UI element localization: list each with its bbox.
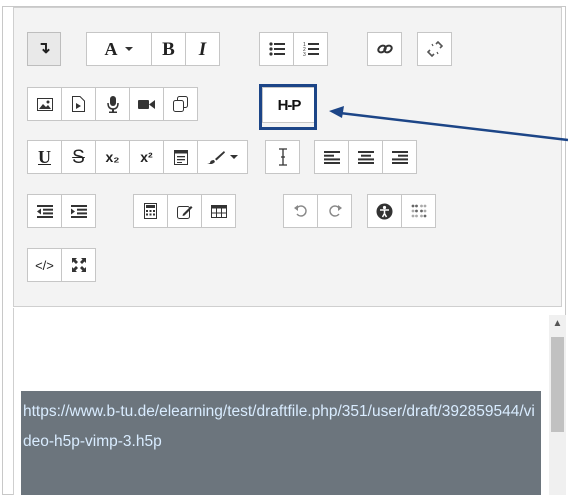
text-cursor-icon	[278, 148, 287, 166]
braille-icon	[411, 204, 426, 218]
record-video-button[interactable]	[129, 87, 164, 121]
strikethrough-icon: S	[72, 146, 85, 168]
underline-button[interactable]: U	[27, 140, 62, 174]
chevron-down-icon	[124, 47, 133, 51]
equation-editor-button[interactable]	[133, 194, 168, 228]
italic-button[interactable]: I	[185, 32, 220, 66]
scrollbar-thumb[interactable]	[551, 337, 564, 432]
redo-button[interactable]	[317, 194, 352, 228]
screenreader-helper-button[interactable]	[401, 194, 436, 228]
background-color-button[interactable]	[197, 140, 248, 174]
outdent-icon	[36, 204, 53, 218]
chevron-down-icon	[229, 155, 238, 159]
scroll-up-arrow-icon[interactable]: ▲	[549, 315, 566, 332]
collapse-icon: ↴	[37, 40, 51, 57]
svg-text:3: 3	[303, 52, 306, 57]
video-camera-icon	[138, 99, 155, 109]
content-scrollbar[interactable]: ▲	[549, 315, 566, 495]
code-icon: </>	[35, 257, 54, 273]
selected-link-text[interactable]: https://www.b-tu.de/elearning/test/draft…	[23, 397, 539, 457]
html-source-button[interactable]: </>	[27, 248, 62, 282]
unlink-icon	[426, 41, 443, 57]
image-icon	[36, 97, 53, 111]
insert-image-button[interactable]	[27, 87, 62, 121]
editor-toolbar: ↴ A B I 1 2 3 H-P U S x₂ x² </>	[13, 7, 562, 307]
fullscreen-button[interactable]	[61, 248, 96, 282]
align-center-icon	[357, 150, 374, 164]
accessibility-checker-button[interactable]	[367, 194, 402, 228]
underline-icon: U	[38, 147, 51, 167]
undo-icon	[293, 205, 307, 217]
insert-table-button[interactable]	[201, 194, 236, 228]
insert-h5p-button[interactable]: H-P	[262, 87, 316, 123]
h5p-icon: H-P	[277, 96, 302, 114]
accessibility-icon	[376, 203, 393, 219]
record-audio-button[interactable]	[95, 87, 130, 121]
subscript-button[interactable]: x₂	[95, 140, 130, 174]
font-icon: A	[104, 39, 118, 59]
font-menu-button[interactable]: A	[86, 32, 152, 66]
media-file-icon	[72, 96, 85, 112]
files-icon	[173, 96, 188, 112]
calculator-icon	[144, 203, 157, 219]
align-right-button[interactable]	[382, 140, 417, 174]
link-icon	[376, 44, 393, 54]
manage-files-button[interactable]	[163, 87, 198, 121]
numbered-list-icon: 1 2 3	[303, 42, 319, 57]
link-button[interactable]	[367, 32, 402, 66]
equation-button[interactable]	[163, 140, 198, 174]
paintbrush-icon	[206, 151, 225, 164]
align-left-icon	[323, 150, 340, 164]
bullet-list-icon	[268, 42, 285, 56]
table-icon	[210, 204, 227, 218]
subscript-icon: x₂	[105, 149, 120, 165]
calendar-icon	[173, 150, 188, 165]
italic-icon: I	[198, 38, 207, 60]
unordered-list-button[interactable]	[259, 32, 294, 66]
collapse-toolbar-button[interactable]: ↴	[27, 32, 61, 66]
unlink-button[interactable]	[417, 32, 452, 66]
fullscreen-icon	[71, 258, 86, 272]
bold-button[interactable]: B	[151, 32, 186, 66]
indent-icon	[70, 204, 87, 218]
strikethrough-button[interactable]: S	[61, 140, 96, 174]
insert-media-file-button[interactable]	[61, 87, 96, 121]
outdent-button[interactable]	[27, 194, 62, 228]
clear-formatting-button[interactable]	[265, 140, 300, 174]
align-right-icon	[391, 150, 408, 164]
microphone-icon	[106, 95, 119, 113]
indent-button[interactable]	[61, 194, 96, 228]
redo-icon	[328, 205, 342, 217]
ordered-list-button[interactable]: 1 2 3	[293, 32, 328, 66]
superscript-icon: x²	[140, 149, 153, 165]
superscript-button[interactable]: x²	[129, 140, 164, 174]
undo-button[interactable]	[283, 194, 318, 228]
bold-icon: B	[162, 38, 175, 60]
align-left-button[interactable]	[314, 140, 349, 174]
align-center-button[interactable]	[348, 140, 383, 174]
edit-icon	[176, 205, 192, 219]
insert-character-button[interactable]	[167, 194, 202, 228]
